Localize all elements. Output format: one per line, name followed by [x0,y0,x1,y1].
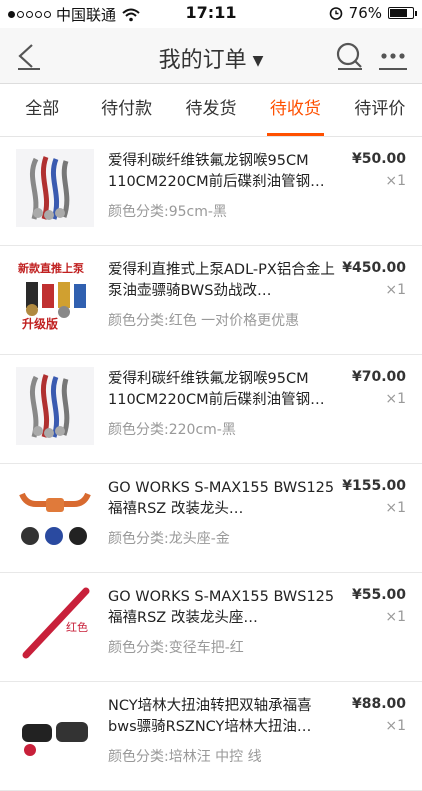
product-name: NCY培林大扭油转把双轴承福喜bws骠骑RSZNCY培林大扭油… [108,698,312,735]
order-item[interactable]: NCY培林大扭油转把双轴承福喜bws骠骑RSZNCY培林大扭油… 颜色分类:培林… [0,682,422,791]
status-bar: 中国联通 17:11 76% [0,0,422,28]
product-sku: 颜色分类:龙头座-金 [108,531,230,547]
order-item[interactable]: GO WORKS S-MAX155 BWS125福禧RSZ 改装龙头… 颜色分类… [0,464,422,573]
product-price: ¥450.00 [342,260,406,276]
product-name: GO WORKS S-MAX155 BWS125福禧RSZ 改装龙头… [108,480,335,517]
product-name: 爱得利碳纤维铁氟龙钢喉95CM 110CM220CM前后碟刹油管钢… [108,153,325,190]
product-quantity: ×1 [385,500,406,516]
product-thumbnail[interactable] [16,694,94,772]
alarm-icon [329,7,342,20]
product-name: 爱得利碳纤维铁氟龙钢喉95CM 110CM220CM前后碟刹油管钢… [108,371,325,408]
product-quantity: ×1 [385,282,406,298]
product-thumbnail[interactable]: 新款直推上泵 升级版 [16,258,94,336]
product-quantity: ×1 [385,718,406,734]
product-sku: 颜色分类:95cm-黑 [108,204,227,220]
tab-pending-review[interactable]: 待评价 [338,84,422,136]
search-icon[interactable] [332,39,366,73]
tab-pending-receipt[interactable]: 待收货 [253,84,337,136]
order-item[interactable]: 爱得利碳纤维铁氟龙钢喉95CM 110CM220CM前后碟刹油管钢… 颜色分类:… [0,355,422,464]
product-price: ¥155.00 [342,478,406,494]
tab-all[interactable]: 全部 [0,84,84,136]
nav-bar: 我的订单 ▼ [0,28,422,84]
product-thumbnail[interactable] [16,367,94,445]
product-quantity: ×1 [385,173,406,189]
dropdown-caret-icon: ▼ [252,53,264,69]
product-price: ¥55.00 [351,587,406,603]
product-name: 爱得利直推式上泵ADL-PX铝合金上泵油壶骠骑BWS劲战改… [108,262,335,299]
order-list: 爱得利碳纤维铁氟龙钢喉95CM 110CM220CM前后碟刹油管钢… 颜色分类:… [0,137,422,791]
product-thumbnail[interactable] [16,149,94,227]
product-price: ¥70.00 [351,369,406,385]
product-sku: 颜色分类:培林汪 中控 线 [108,749,262,765]
thumbnail-caption: 升级版 [22,317,59,331]
product-price: ¥88.00 [351,696,406,712]
thumbnail-caption: 新款直推上泵 [18,262,84,275]
product-sku: 颜色分类:红色 一对价格更优惠 [108,313,300,329]
order-tabs: 全部 待付款 待发货 待收货 待评价 [0,84,422,137]
page-title-text: 我的订单 [158,48,247,73]
product-thumbnail[interactable] [16,476,94,554]
product-sku: 颜色分类:变径车把-红 [108,640,244,656]
product-thumbnail[interactable]: 红色 [16,585,94,663]
thumbnail-caption: 红色 [66,621,88,634]
product-sku: 颜色分类:220cm-黑 [108,422,236,438]
order-item[interactable]: 新款直推上泵 升级版 爱得利直推式上泵ADL-PX铝合金上泵油壶骠骑BWS劲战改… [0,246,422,355]
product-quantity: ×1 [385,391,406,407]
more-dots-icon[interactable] [376,39,410,73]
tab-pending-payment[interactable]: 待付款 [84,84,168,136]
product-quantity: ×1 [385,609,406,625]
order-item[interactable]: 红色 GO WORKS S-MAX155 BWS125福禧RSZ 改装龙头座… … [0,573,422,682]
product-name: GO WORKS S-MAX155 BWS125福禧RSZ 改装龙头座… [108,589,335,626]
product-price: ¥50.00 [351,151,406,167]
order-item[interactable]: 爱得利碳纤维铁氟龙钢喉95CM 110CM220CM前后碟刹油管钢… 颜色分类:… [0,137,422,246]
tab-pending-shipment[interactable]: 待发货 [169,84,253,136]
battery-icon [388,7,417,19]
battery-percent: 76% [348,4,382,22]
